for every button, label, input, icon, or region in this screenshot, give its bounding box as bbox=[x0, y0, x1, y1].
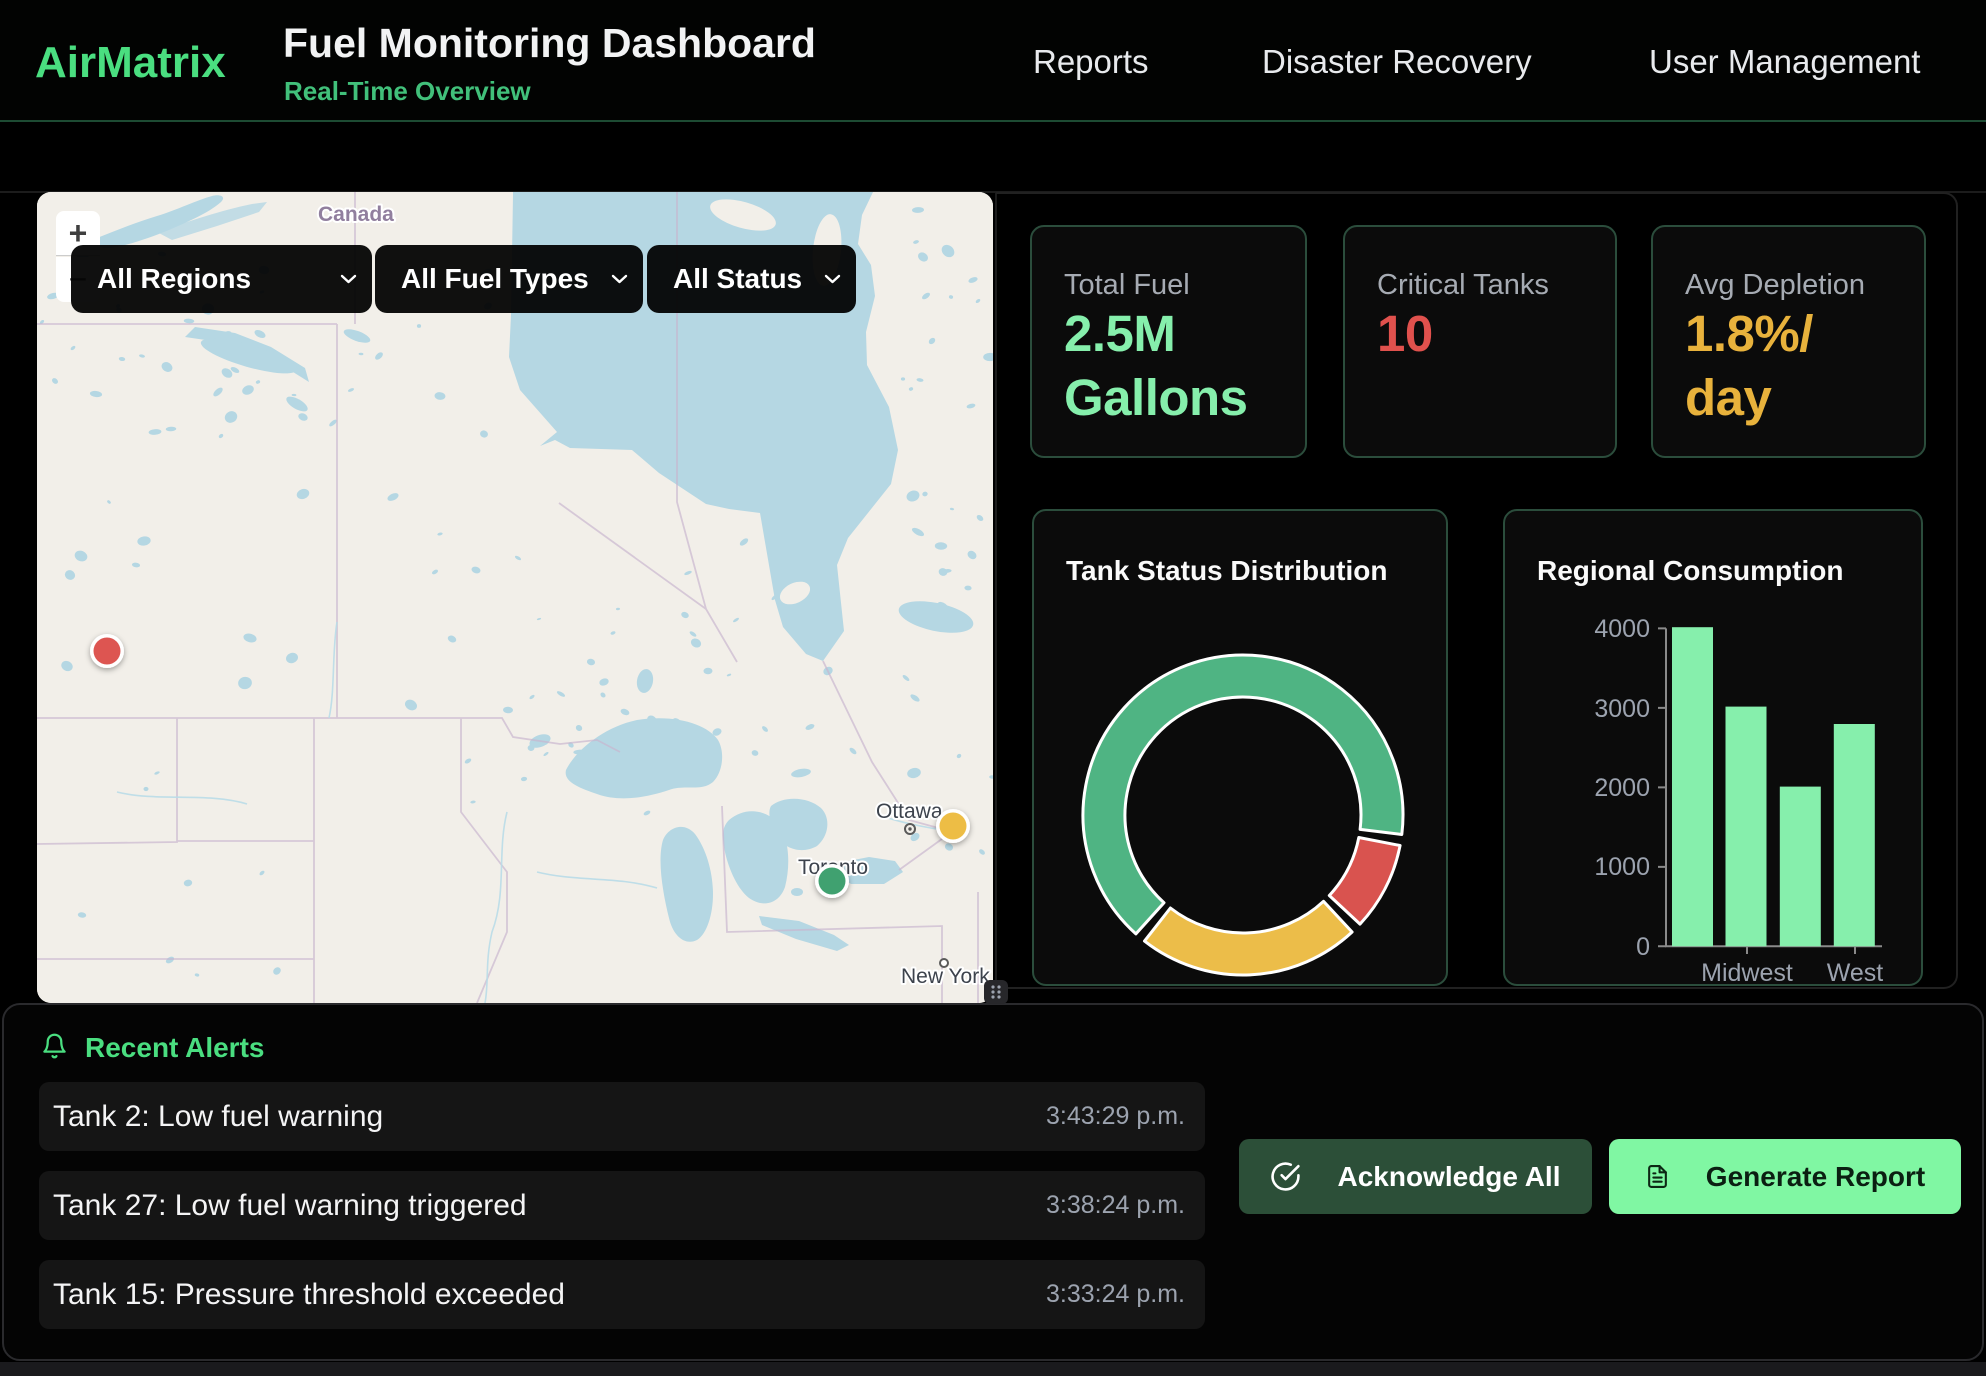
svg-text:3000: 3000 bbox=[1594, 695, 1650, 723]
svg-text:Canada: Canada bbox=[318, 203, 394, 226]
svg-text:West: West bbox=[1827, 959, 1884, 987]
svg-text:Midwest: Midwest bbox=[1701, 959, 1793, 987]
svg-text:2000: 2000 bbox=[1594, 774, 1650, 802]
svg-text:0: 0 bbox=[1636, 933, 1650, 961]
svg-text:1000: 1000 bbox=[1594, 853, 1650, 881]
svg-text:Ottawa: Ottawa bbox=[876, 800, 943, 823]
svg-text:New York: New York bbox=[901, 965, 990, 988]
svg-text:4000: 4000 bbox=[1594, 615, 1650, 643]
